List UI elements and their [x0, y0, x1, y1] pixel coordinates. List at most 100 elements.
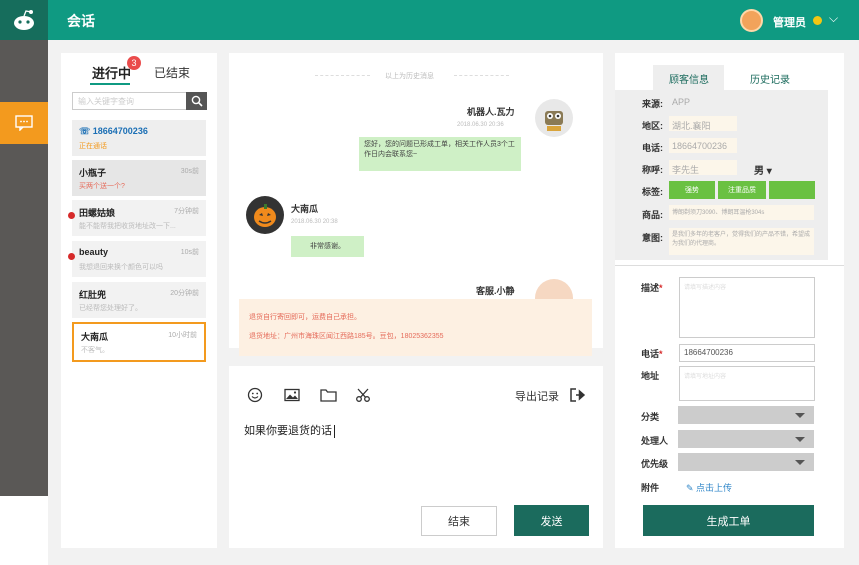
desc-textarea[interactable]: 请填写描述内容 [679, 277, 815, 338]
handler-select[interactable] [678, 430, 814, 448]
robot-avatar [535, 99, 573, 137]
gender-select[interactable]: 男 ▾ [754, 162, 772, 177]
caret-down-icon: ▾ [766, 166, 772, 177]
ticket-phone-input[interactable]: 18664700236 [679, 344, 815, 362]
send-button[interactable]: 发送 [514, 505, 589, 536]
contact-name: 红肚兜 [79, 290, 107, 300]
product-value: 博朗剃须刀3090、博朗耳温枪304s [672, 210, 765, 216]
upload-link[interactable]: ✎ 点击上传 [686, 481, 732, 494]
user-avatar [246, 196, 284, 234]
desc-placeholder: 请填写描述内容 [684, 285, 727, 291]
priority-select[interactable] [678, 453, 814, 471]
tab-in-progress[interactable]: 进行中 [92, 63, 131, 82]
robot-logo-icon [14, 10, 34, 30]
chat-panel: 以上为历史消息 机器人.瓦力 2018.06.30 20:36 您好，您的问题已… [229, 53, 603, 356]
list-item[interactable]: 田螺姑娘 7分钟前 能不能帮我把收货地址改一下... [68, 200, 206, 236]
list-item[interactable]: 红肚兜 20分钟前 已经帮您处理好了。 [72, 282, 206, 318]
phone-value: 18664700236 [672, 141, 728, 151]
create-ticket-button[interactable]: 生成工单 [643, 505, 814, 536]
top-bar: 会话 管理员 ⌵ [0, 0, 859, 40]
contact-name: 大南瓜 [81, 332, 109, 342]
unread-dot [68, 212, 75, 219]
search-button[interactable] [186, 92, 207, 110]
list-item-selected[interactable]: 大南瓜 10小时前 不客气。 [72, 322, 206, 362]
online-status-dot [813, 16, 822, 25]
folder-button[interactable] [320, 387, 337, 403]
export-icon [570, 388, 586, 402]
address-placeholder: 请填写地址内容 [684, 374, 727, 380]
title-value: 李先生 [672, 165, 700, 175]
tag-chip[interactable]: 强势 [669, 181, 715, 199]
admin-name[interactable]: 管理员 [773, 14, 806, 30]
contact-time: 30s前 [180, 168, 199, 175]
paperclip-icon: ✎ [686, 483, 697, 493]
scissors-icon [356, 388, 370, 402]
list-item[interactable]: 小瓶子 30s前 买两个送一个? [72, 160, 206, 196]
divider [615, 265, 844, 266]
chat-icon [15, 115, 33, 131]
chevron-down-icon[interactable]: ⌵ [829, 11, 838, 26]
agent-message-notice: 退货自行寄回即可，运费自己承担。 退货地址：广州市海珠区闻江西路185号。豆包，… [239, 299, 592, 356]
call-status: 正在通话 [79, 143, 107, 150]
source-label: 来源: [642, 99, 663, 109]
unread-dot [68, 253, 75, 260]
ticket-phone-value: 18664700236 [684, 348, 733, 357]
required-mark: * [659, 349, 663, 359]
search-input[interactable]: 输入关键字查询 [78, 96, 134, 107]
robot-time: 2018.06.30 20:36 [457, 122, 504, 128]
caller-phone: ☏ 18664700236 [79, 126, 148, 136]
contact-last-message: 已经帮您处理好了。 [79, 305, 142, 312]
app-logo[interactable] [0, 0, 48, 40]
conversation-list-panel: 进行中 3 已结束 输入关键字查询 ☏ 18664700236 正在通话 小瓶子… [61, 53, 217, 548]
priority-label: 优先级 [641, 459, 669, 469]
handler-label: 处理人 [641, 436, 669, 446]
notice-line: 退货地址：广州市海珠区闻江西路185号。豆包，18025362355 [249, 333, 444, 340]
notice-line: 退货自行寄回即可，运费自己承担。 [249, 314, 361, 321]
contact-name: beauty [79, 247, 109, 257]
contact-time: 10小时前 [168, 332, 197, 339]
list-item[interactable]: beauty 10s前 我想退回来换个颜色可以吗 [68, 241, 206, 277]
user-name: 大南瓜 [291, 204, 319, 214]
contact-last-message: 买两个送一个? [79, 183, 125, 190]
tab-customer-info[interactable]: 顾客信息 [669, 71, 709, 86]
tags-label: 标签: [642, 187, 663, 197]
attachment-label: 附件 [641, 483, 660, 493]
desc-label: 描述* [641, 283, 663, 293]
source-value: APP [672, 97, 691, 107]
admin-avatar[interactable] [740, 9, 763, 32]
image-button[interactable] [284, 387, 300, 403]
text-cursor [334, 424, 335, 438]
smile-icon [247, 387, 263, 403]
tag-chip-empty[interactable] [769, 181, 815, 199]
search-box[interactable]: 输入关键字查询 [72, 92, 207, 110]
agent-name: 客服.小静 [476, 286, 515, 296]
message-input[interactable]: 如果你要退货的话 [244, 422, 335, 438]
contact-name: 田螺姑娘 [79, 208, 116, 218]
contact-name: 小瓶子 [79, 168, 107, 178]
category-select[interactable] [678, 406, 814, 424]
phone-label: 电话: [642, 143, 663, 153]
title-label: 称呼: [642, 165, 663, 175]
user-message-bubble: 非常感谢。 [291, 236, 364, 257]
phone-icon: ☏ [79, 126, 93, 136]
address-input[interactable]: 请填写地址内容 [679, 366, 815, 401]
tab-ended[interactable]: 已结束 [154, 64, 190, 81]
contact-time: 10s前 [180, 249, 199, 256]
region-label: 地区: [642, 121, 663, 131]
folder-icon [320, 389, 337, 402]
active-tab-indicator [90, 83, 130, 85]
list-item[interactable]: ☏ 18664700236 正在通话 [72, 120, 206, 156]
contact-last-message: 能不能帮我把收货地址改一下... [79, 223, 176, 230]
export-label: 导出记录 [515, 391, 559, 403]
cut-button[interactable] [355, 387, 371, 403]
tag-chip[interactable]: 注重品质 [718, 181, 766, 199]
end-button[interactable]: 结束 [421, 506, 497, 536]
export-record-button[interactable]: 导出记录 [515, 388, 586, 404]
pumpkin-icon [254, 204, 276, 227]
tab-history[interactable]: 历史记录 [750, 71, 790, 86]
intent-value: 是我们多年的老客户，觉得我们的产品不错，希望成为我们的代理商。 [672, 232, 811, 247]
search-icon [191, 95, 203, 107]
intent-label: 意图: [642, 233, 663, 243]
emoji-button[interactable] [247, 387, 263, 403]
nav-chat-item[interactable] [0, 102, 48, 144]
